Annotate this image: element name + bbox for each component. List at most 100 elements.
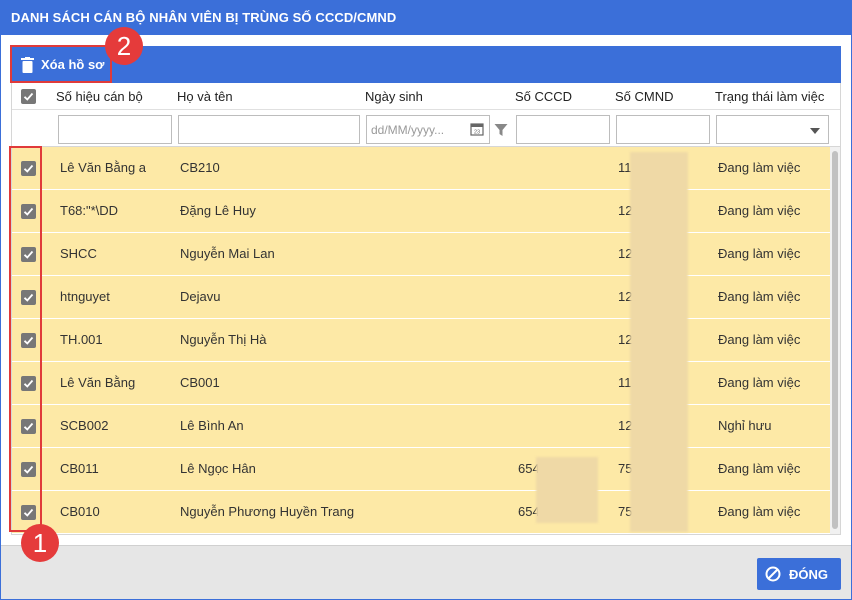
cell-status: Đang làm việc (718, 504, 801, 519)
dialog-body: Xóa hồ sơ Số hiệu cán bộ Họ và tên Ngày … (1, 35, 851, 545)
table-row[interactable]: CB010 Nguyễn Phương Huyền Trang 654 75 Đang … (12, 491, 830, 534)
close-button-label: ĐÓNG (789, 566, 828, 582)
redaction-mask-cmnd (630, 152, 688, 532)
table-row[interactable]: htnguyet Dejavu 12 Đang làm việc (12, 276, 830, 319)
table-row[interactable]: T68:"*\DD Đặng Lê Huy 12 Đang làm việc (12, 190, 830, 233)
check-icon (23, 508, 34, 517)
check-icon (23, 250, 34, 259)
cell-dob (368, 233, 508, 275)
column-header-name[interactable]: Họ và tên (177, 83, 233, 110)
filter-status-select[interactable] (716, 115, 829, 144)
check-icon (23, 207, 34, 216)
cell-name: CB210 (180, 160, 220, 175)
row-checkbox[interactable] (21, 462, 36, 477)
table-row[interactable]: TH.001 Nguyễn Thị Hà 12 Đang làm việc (12, 319, 830, 362)
cell-code: htnguyet (60, 289, 110, 304)
cell-cccd (518, 276, 608, 318)
annotation-badge-1: 1 (21, 524, 59, 562)
row-checkbox[interactable] (21, 333, 36, 348)
check-icon (23, 92, 34, 101)
cell-status: Đang làm việc (718, 332, 801, 347)
duplicate-records-grid: Số hiệu cán bộ Họ và tên Ngày sinh Số CC… (11, 83, 841, 535)
table-row[interactable]: CB011 Lê Ngọc Hân 654 75 Đang làm việc (12, 448, 830, 491)
check-icon (23, 422, 34, 431)
row-checkbox[interactable] (21, 290, 36, 305)
cell-name: Dejavu (180, 289, 221, 304)
filter-cccd-input[interactable] (516, 115, 610, 144)
cell-status: Nghỉ hưu (718, 418, 772, 433)
select-all-checkbox[interactable] (21, 89, 36, 104)
redaction-mask-cccd (536, 457, 598, 523)
row-checkbox[interactable] (21, 247, 36, 262)
dialog-footer: ĐÓNG (1, 545, 851, 599)
check-icon (23, 293, 34, 302)
duplicate-id-dialog: DANH SÁCH CÁN BỘ NHÂN VIÊN BỊ TRÙNG SỐ C… (0, 0, 852, 600)
grid-scrollbar[interactable] (830, 147, 840, 534)
cell-dob (368, 190, 508, 232)
cell-dob (368, 147, 508, 189)
row-checkbox[interactable] (21, 505, 36, 520)
cell-dob (368, 448, 508, 490)
cell-cccd (518, 190, 608, 232)
filter-code-input[interactable] (58, 115, 172, 144)
cell-code: CB010 (60, 504, 100, 519)
column-header-code[interactable]: Số hiệu cán bộ (56, 83, 143, 110)
trash-icon (21, 56, 34, 73)
cell-name: Đặng Lê Huy (180, 203, 256, 218)
svg-text:23: 23 (474, 130, 480, 136)
cell-dob (368, 405, 508, 447)
table-row[interactable]: SHCC Nguyễn Mai Lan 12 Đang làm việc (12, 233, 830, 276)
cell-cccd (518, 405, 608, 447)
column-header-status[interactable]: Trạng thái làm việc (715, 83, 824, 110)
cell-code: TH.001 (60, 332, 103, 347)
cell-cccd (518, 362, 608, 404)
cell-cccd (518, 147, 608, 189)
cell-code: T68:"*\DD (60, 203, 119, 218)
cell-status: Đang làm việc (718, 203, 801, 218)
row-checkbox[interactable] (21, 419, 36, 434)
cell-status: Đang làm việc (718, 375, 801, 390)
filter-name-input[interactable] (178, 115, 360, 144)
row-checkbox[interactable] (21, 204, 36, 219)
filter-cmnd-input[interactable] (616, 115, 710, 144)
row-checkbox[interactable] (21, 161, 36, 176)
check-icon (23, 164, 34, 173)
delete-records-label: Xóa hồ sơ (41, 57, 105, 72)
check-icon (23, 465, 34, 474)
chevron-down-icon (810, 128, 820, 134)
cell-status: Đang làm việc (718, 160, 801, 175)
calendar-icon[interactable]: 23 (470, 122, 484, 136)
column-header-cmnd[interactable]: Số CMND (615, 83, 674, 110)
column-header-dob[interactable]: Ngày sinh (365, 83, 423, 110)
check-icon (23, 379, 34, 388)
close-button[interactable]: ĐÓNG (757, 558, 841, 590)
filter-icon[interactable] (494, 123, 508, 137)
grid-scrollbar-thumb[interactable] (832, 151, 838, 529)
cell-status: Đang làm việc (718, 246, 801, 261)
delete-records-button[interactable]: Xóa hồ sơ (13, 48, 111, 81)
cell-name: Nguyễn Phương Huyền Trang (180, 504, 355, 519)
grid-header: Số hiệu cán bộ Họ và tên Ngày sinh Số CC… (12, 83, 840, 110)
cell-name: Nguyễn Mai Lan (180, 246, 275, 261)
column-header-cccd[interactable]: Số CCCD (515, 83, 572, 110)
row-checkbox[interactable] (21, 376, 36, 391)
cell-code: CB011 (60, 461, 99, 476)
cell-name: Nguyễn Thị Hà (180, 332, 267, 347)
table-row[interactable]: Lê Văn Bằng a CB210 11 Đang làm việc (12, 147, 830, 190)
cell-dob (368, 362, 508, 404)
table-row[interactable]: SCB002 Lê Bình An 12 Nghỉ hưu (12, 405, 830, 448)
cell-dob (368, 491, 508, 533)
annotation-badge-2: 2 (105, 27, 143, 65)
cancel-icon (765, 566, 781, 582)
cell-dob (368, 319, 508, 361)
cell-status: Đang làm việc (718, 461, 801, 476)
cell-name: CB001 (180, 375, 220, 390)
filter-row: 23 (12, 110, 840, 147)
cell-cccd (518, 319, 608, 361)
cell-name: Lê Bình An (180, 418, 244, 433)
cell-name: Lê Ngọc Hân (180, 461, 256, 476)
cell-cccd (518, 233, 608, 275)
cell-dob (368, 276, 508, 318)
table-row[interactable]: Lê Văn Bằng CB001 11 Đang làm việc (12, 362, 830, 405)
grid-rows: Lê Văn Bằng a CB210 11 Đang làm việc T68:"*\… (12, 147, 830, 534)
